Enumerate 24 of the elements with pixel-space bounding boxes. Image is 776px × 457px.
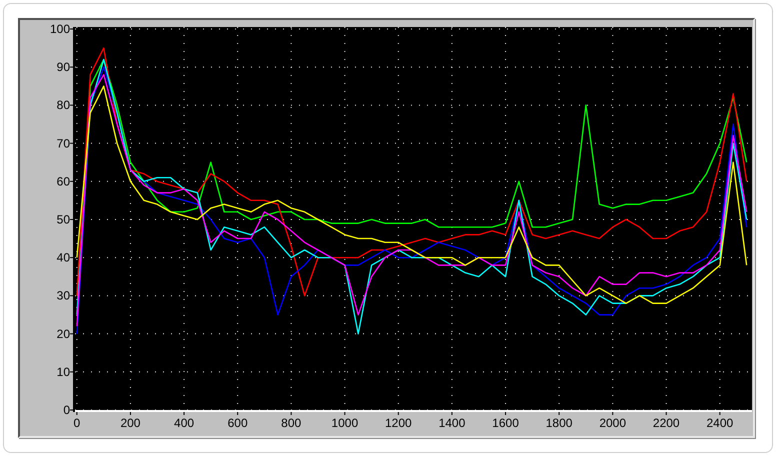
x-tick-label: 1800: [546, 416, 572, 430]
x-tick-label: 0: [74, 416, 80, 430]
x-tick-label: 600: [228, 416, 248, 430]
y-tick-label: 50: [56, 212, 70, 226]
y-tick-label: 90: [56, 60, 70, 74]
x-tick-label: 800: [281, 416, 302, 430]
y-tick-label: 10: [56, 364, 70, 379]
x-tick-label: 400: [174, 416, 194, 430]
y-tick-label: 20: [56, 326, 70, 341]
y-tick-label: 60: [56, 174, 70, 188]
x-tick-label: 2200: [652, 416, 680, 430]
y-tick-label: 30: [56, 288, 70, 303]
y-tick-label: 40: [56, 250, 70, 265]
y-tick-label: 100: [50, 22, 70, 36]
x-tick-label: 1600: [492, 416, 519, 430]
y-tick-label: 80: [56, 98, 70, 112]
x-tick-label: 1400: [438, 416, 466, 430]
x-tick-label: 200: [120, 416, 140, 430]
x-tick-label: 1000: [331, 416, 358, 430]
x-tick-label: 1200: [385, 416, 412, 430]
x-tick-label: 2400: [706, 416, 734, 430]
x-tick-label: 2000: [599, 416, 626, 430]
y-tick-label: 70: [56, 136, 70, 150]
y-tick-label: 0: [63, 403, 70, 417]
